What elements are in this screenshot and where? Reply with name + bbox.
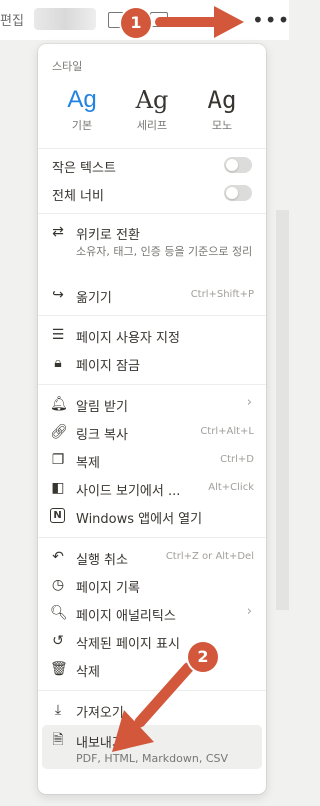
edit-label[interactable]: 편집 xyxy=(0,10,24,29)
copy-link-item[interactable]: 🔗︎ 링크 복사 Ctrl+Alt+L xyxy=(38,419,266,445)
import-arrow-icon: ⤓ xyxy=(54,702,62,718)
blurred-avatars xyxy=(34,8,96,30)
copy-link-label: 링크 복사 xyxy=(76,428,128,443)
style-default-option[interactable]: Ag 기본 xyxy=(52,86,112,133)
duplicate-item[interactable]: ❐ 복제 Ctrl+D xyxy=(38,447,266,473)
notion-app-icon: N xyxy=(50,508,65,523)
import-item[interactable]: ⤓ 가져오기 xyxy=(38,697,266,723)
customize-page-label: 페이지 사용자 지정 xyxy=(76,331,180,346)
analytics-zoom-icon: 🔍︎ xyxy=(50,605,68,621)
small-text-label: 작은 텍스트 xyxy=(52,161,116,176)
chevron-right-icon: › xyxy=(246,395,252,410)
undo-icon: ↶ xyxy=(52,549,64,565)
page-analytics-label: 페이지 애널리틱스 xyxy=(76,609,176,624)
trash-icon: 🗑︎ xyxy=(50,661,68,677)
delete-label: 삭제 xyxy=(76,665,100,680)
move-label: 옮기기 xyxy=(76,291,112,306)
full-width-toggle-row[interactable]: 전체 너비 xyxy=(38,180,266,206)
duplicate-shortcut: Ctrl+D xyxy=(220,454,254,465)
style-serif-label: 세리프 xyxy=(136,119,168,132)
duplicate-label: 복제 xyxy=(76,456,100,471)
divider xyxy=(38,384,266,385)
side-peek-item[interactable]: ◧ 사이드 보기에서 ... Alt+Click xyxy=(38,475,266,501)
side-peek-icon: ◧ xyxy=(51,480,65,496)
style-mono-option[interactable]: Ag 모노 xyxy=(192,86,252,133)
style-default-glyph: Ag xyxy=(67,86,97,113)
history-icon: ◷ xyxy=(51,577,65,593)
restore-icon: ↺ xyxy=(52,633,64,649)
export-description: PDF, HTML, Markdown, CSV xyxy=(76,752,229,765)
page-history-label: 페이지 기록 xyxy=(76,581,140,596)
small-text-toggle[interactable] xyxy=(224,157,252,173)
lock-icon: 🔒︎ xyxy=(54,355,62,371)
move-shortcut: Ctrl+Shift+P xyxy=(190,289,254,300)
import-label: 가져오기 xyxy=(76,706,124,721)
notifications-label: 알림 받기 xyxy=(76,400,128,415)
show-deleted-pages-label: 삭제된 페이지 표시 xyxy=(76,637,180,652)
font-style-picker: Ag 기본 Ag 세리프 Ag 모노 xyxy=(52,86,252,136)
move-arrow-icon: ↪ xyxy=(52,287,64,303)
sliders-icon: ☰ xyxy=(51,327,65,343)
style-serif-option[interactable]: Ag 세리프 xyxy=(122,86,182,133)
divider xyxy=(38,213,266,214)
show-deleted-pages-item[interactable]: ↺ 삭제된 페이지 표시 xyxy=(38,628,266,654)
page-history-item[interactable]: ◷ 페이지 기록 xyxy=(38,572,266,598)
divider xyxy=(38,148,266,149)
duplicate-icon: ❐ xyxy=(51,452,65,468)
export-label: 내보내기 xyxy=(76,736,124,751)
open-in-windows-label: Windows 앱에서 열기 xyxy=(76,512,203,527)
divider xyxy=(38,537,266,538)
divider xyxy=(38,690,266,691)
undo-label: 실행 취소 xyxy=(76,553,128,568)
scrollbar[interactable] xyxy=(276,210,289,610)
full-width-label: 전체 너비 xyxy=(52,189,104,204)
side-peek-shortcut: Alt+Click xyxy=(208,482,254,493)
chevron-right-icon: › xyxy=(246,604,252,619)
style-mono-label: 모노 xyxy=(211,119,233,132)
side-peek-label: 사이드 보기에서 ... xyxy=(76,484,181,499)
undo-shortcut: Ctrl+Z or Alt+Del xyxy=(165,551,254,562)
page-analytics-item[interactable]: 🔍︎ 페이지 애널리틱스 › xyxy=(38,600,266,626)
notifications-item[interactable]: 🔔︎ 알림 받기 › xyxy=(38,391,266,417)
lock-page-item[interactable]: 🔒︎ 페이지 잠금 xyxy=(38,350,266,376)
link-icon: 🔗︎ xyxy=(50,424,68,440)
convert-icon: ⇄ xyxy=(52,224,64,240)
open-in-windows-item[interactable]: N Windows 앱에서 열기 xyxy=(38,503,266,529)
convert-to-wiki-item[interactable]: ⇄ 위키로 전환 xyxy=(38,219,266,245)
full-width-toggle[interactable] xyxy=(224,185,252,201)
lock-page-label: 페이지 잠금 xyxy=(76,359,140,374)
style-serif-glyph: Ag xyxy=(135,86,169,114)
page-options-menu: 스타일 Ag 기본 Ag 세리프 Ag 모노 작은 텍스트 전체 너비 ⇄ 위키… xyxy=(38,44,266,794)
style-default-label: 기본 xyxy=(71,119,93,132)
step-marker-1: 1 xyxy=(121,8,151,38)
customize-page-item[interactable]: ☰ 페이지 사용자 지정 xyxy=(38,322,266,348)
convert-to-wiki-label: 위키로 전환 xyxy=(76,228,140,243)
delete-item[interactable]: 🗑︎ 삭제 xyxy=(38,656,266,682)
move-item[interactable]: ↪ 옮기기 Ctrl+Shift+P xyxy=(38,282,266,308)
more-options-icon[interactable]: ••• xyxy=(252,10,290,30)
copy-link-shortcut: Ctrl+Alt+L xyxy=(200,426,254,437)
undo-item[interactable]: ↶ 실행 취소 Ctrl+Z or Alt+Del xyxy=(38,544,266,570)
export-file-icon: 🗎︎ xyxy=(52,732,64,748)
comment-icon[interactable] xyxy=(150,12,168,27)
convert-to-wiki-description: 소유자, 태그, 인증 등을 기준으로 정리 xyxy=(76,245,253,258)
divider xyxy=(38,315,266,316)
bell-icon: 🔔︎ xyxy=(50,396,68,412)
step-marker-2: 2 xyxy=(188,642,218,672)
small-text-toggle-row[interactable]: 작은 텍스트 xyxy=(38,152,266,178)
style-section-label: 스타일 xyxy=(52,60,83,73)
style-mono-glyph: Ag xyxy=(207,86,237,114)
